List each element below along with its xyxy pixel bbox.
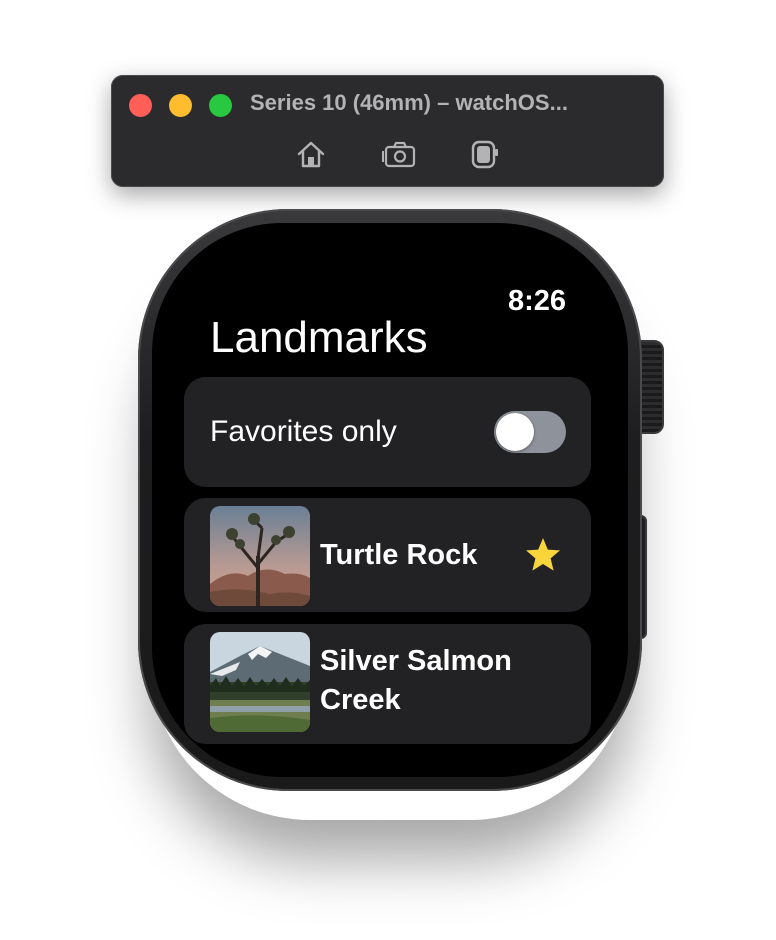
rotate-icon: [471, 140, 498, 169]
status-time: 8:26: [507, 285, 566, 317]
mountain-meadow-photo: [210, 632, 310, 732]
watch-screen: 8:26 Landmarks Favorites only Turtle Roc…: [152, 223, 628, 777]
favorites-toggle-row[interactable]: Favorites only: [184, 377, 591, 487]
joshua-tree-photo: [210, 506, 310, 606]
landmark-name: Turtle Rock: [320, 539, 478, 571]
zoom-window-button[interactable]: [209, 94, 232, 117]
landmark-row[interactable]: Silver Salmon Creek: [184, 624, 591, 744]
minimize-window-button[interactable]: [169, 94, 192, 117]
rotate-button[interactable]: [467, 137, 501, 171]
favorite-star-icon: [526, 538, 560, 571]
screenshot-button[interactable]: [382, 137, 416, 171]
landmark-name: Silver Salmon Creek: [320, 645, 512, 716]
page-title: Landmarks: [210, 313, 428, 362]
switch-knob: [496, 413, 534, 451]
simulator-titlebar: Series 10 (46mm) – watchOS...: [111, 75, 664, 187]
home-icon: [297, 141, 325, 168]
favorites-toggle-label: Favorites only: [210, 415, 397, 448]
screenshot-icon: [382, 141, 416, 168]
home-button[interactable]: [294, 137, 328, 171]
favorites-switch[interactable]: [494, 411, 566, 453]
landmark-row[interactable]: Turtle Rock: [184, 498, 591, 612]
close-window-button[interactable]: [129, 94, 152, 117]
window-title: Series 10 (46mm) – watchOS...: [250, 90, 568, 115]
